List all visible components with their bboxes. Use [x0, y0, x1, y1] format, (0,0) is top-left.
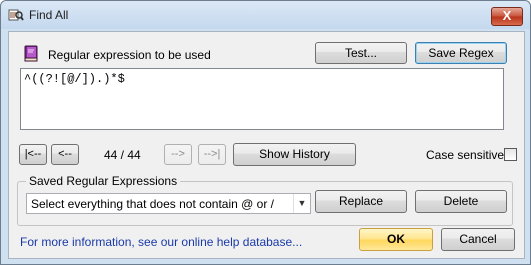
find-all-window: Find All X Regular expression to be used…: [0, 0, 531, 265]
show-history-button[interactable]: Show History: [233, 143, 356, 166]
case-sensitive-checkbox[interactable]: [504, 148, 517, 161]
cancel-button[interactable]: Cancel: [441, 228, 515, 251]
book-icon: [24, 45, 38, 62]
save-regex-button[interactable]: Save Regex: [415, 42, 507, 64]
case-sensitive-label: Case sensitive: [426, 148, 505, 162]
delete-button-label: Delete: [443, 194, 479, 208]
history-first-button[interactable]: |<--: [19, 144, 47, 165]
saved-regex-group-label: Saved Regular Expressions: [26, 174, 181, 188]
close-button[interactable]: X: [491, 7, 523, 26]
chevron-down-icon[interactable]: ▼: [293, 194, 310, 213]
window-title: Find All: [29, 8, 69, 22]
find-all-app-icon: [8, 9, 24, 21]
ok-button[interactable]: OK: [359, 228, 433, 251]
history-last-button[interactable]: -->|: [198, 144, 226, 165]
replace-button[interactable]: Replace: [315, 190, 407, 213]
saved-regex-selected-value: Select everything that does not contain …: [31, 197, 274, 211]
help-link[interactable]: For more information, see our online hel…: [20, 235, 302, 249]
saved-regex-select[interactable]: Select everything that does not contain …: [26, 193, 311, 214]
title-bar: Find All X: [1, 1, 530, 29]
delete-button[interactable]: Delete: [415, 190, 507, 213]
replace-button-label: Replace: [338, 194, 384, 208]
regex-label: Regular expression to be used: [48, 48, 211, 62]
history-prev-button[interactable]: <--: [51, 144, 79, 165]
test-button[interactable]: Test...: [315, 42, 407, 64]
regex-input[interactable]: ^((?![@/]).)*$: [20, 68, 504, 130]
close-icon: X: [502, 8, 512, 23]
history-next-button[interactable]: -->: [164, 144, 192, 165]
history-position: 44 / 44: [104, 148, 141, 162]
dialog-body: Regular expression to be used Test... Sa…: [8, 31, 525, 259]
